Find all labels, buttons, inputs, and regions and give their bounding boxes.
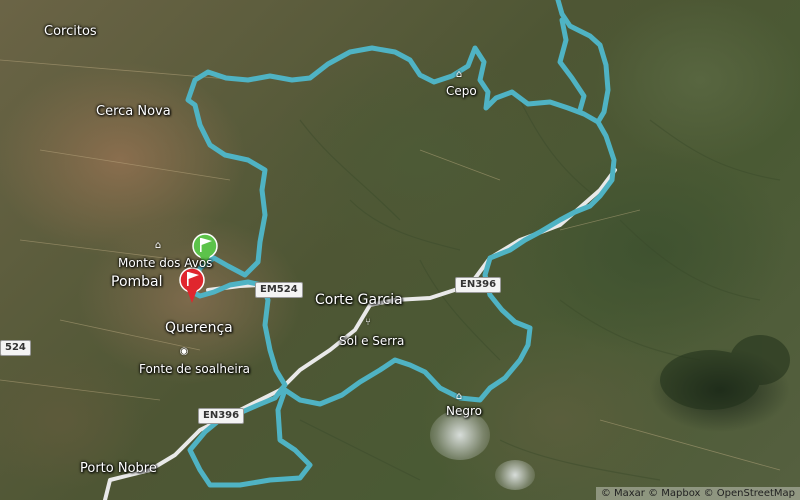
place-label-corte-garcia: Corte Garcia [315, 292, 403, 308]
road-shield-524: 524 [0, 340, 31, 356]
place-label-porto-nobre: Porto Nobre [80, 461, 157, 476]
road-shield-em524: EM524 [255, 282, 303, 298]
restaurant-icon: ⑂ [365, 317, 371, 328]
place-label-sol-e-serra: Sol e Serra [339, 334, 405, 348]
place-label-fonte-de-soalheira: Fonte de soalheira [139, 362, 251, 376]
place-label-negro: Negro [446, 404, 482, 418]
place-label-monte-dos-avos: Monte dos Avos [118, 256, 213, 270]
map-view[interactable]: Corcitos Cerca Nova Monte dos Avos Pomba… [0, 0, 800, 500]
lodging-icon: ⌂ [154, 240, 162, 251]
place-label-cepo: Cepo [446, 84, 477, 98]
map-attribution[interactable]: © Maxar © Mapbox © OpenStreetMap [595, 487, 800, 500]
road-shield-en396: EN396 [198, 408, 245, 424]
road-shield-en396: EN396 [455, 277, 502, 293]
camera-icon: ◉ [179, 346, 189, 357]
place-label-corcitos: Corcitos [44, 24, 97, 39]
end-flag-icon[interactable] [179, 267, 205, 303]
place-label-pombal: Pombal [111, 274, 163, 290]
lodging-icon: ⌂ [455, 69, 463, 80]
flags-layer [179, 233, 218, 303]
place-label-querenca: Querença [165, 320, 233, 336]
place-label-cerca-nova: Cerca Nova [96, 104, 171, 119]
lodging-icon: ⌂ [455, 391, 463, 402]
